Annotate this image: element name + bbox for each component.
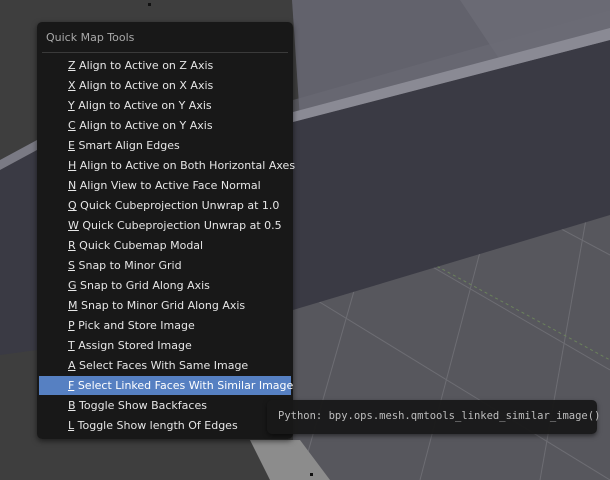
menu-item-pick-store-image[interactable]: P Pick and Store Image [39,316,291,335]
menu-item-toggle-backfaces[interactable]: B Toggle Show Backfaces [39,396,291,415]
menu-item-shortcut: G [68,279,77,292]
menu-item-label: Toggle Show Backfaces [79,399,207,412]
menu-item-label: Assign Stored Image [78,339,192,352]
quick-map-tools-menu: Quick Map Tools Z Align to Active on Z A… [37,22,295,439]
menu-item-shortcut: C [68,119,76,132]
menu-item-align-x[interactable]: X Align to Active on X Axis [39,76,291,95]
menu-item-label: Quick Cubeprojection Unwrap at 0.5 [82,219,282,232]
python-tooltip: Python: bpy.ops.mesh.qmtools_linked_simi… [267,400,601,434]
menu-item-shortcut: F [68,379,75,392]
origin-dot [148,3,151,6]
menu-item-label: Snap to Minor Grid Along Axis [81,299,246,312]
menu-item-align-z[interactable]: Z Align to Active on Z Axis [39,56,291,75]
menu-item-align-horizontal[interactable]: H Align to Active on Both Horizontal Axe… [39,156,295,175]
menu-item-assign-stored-image[interactable]: T Assign Stored Image [39,336,291,355]
menu-item-cubeprojection-1[interactable]: Q Quick Cubeprojection Unwrap at 1.0 [39,196,291,215]
menu-item-cubemap-modal[interactable]: R Quick Cubemap Modal [39,236,291,255]
menu-item-label: Toggle Show length Of Edges [77,419,238,432]
menu-item-align-c[interactable]: C Align to Active on Y Axis [39,116,291,135]
menu-item-snap-grid-axis[interactable]: G Snap to Grid Along Axis [39,276,291,295]
menu-item-shortcut: P [68,319,75,332]
menu-separator [42,52,288,53]
menu-item-shortcut: H [68,159,77,172]
menu-item-label: Align to Active on Z Axis [79,59,214,72]
menu-item-label: Align to Active on Y Axis [78,99,212,112]
menu-item-shortcut: W [68,219,79,232]
menu-item-shortcut: M [68,299,78,312]
menu-item-label: Align to Active on Y Axis [79,119,213,132]
menu-item-label: Align to Active on Both Horizontal Axes [79,159,296,172]
menu-item-align-y[interactable]: Y Align to Active on Y Axis [39,96,291,115]
menu-item-label: Smart Align Edges [78,139,180,152]
mesh-slab-left [0,150,37,355]
cursor-dot [310,473,313,476]
menu-item-shortcut: T [68,339,75,352]
tooltip-text: Python: bpy.ops.mesh.qmtools_linked_simi… [278,410,601,422]
menu-item-label: Snap to Grid Along Axis [80,279,210,292]
menu-item-shortcut: B [68,399,76,412]
menu-item-label: Pick and Store Image [78,319,195,332]
menu-item-shortcut: R [68,239,76,252]
menu-item-label: Snap to Minor Grid [78,259,182,272]
menu-item-shortcut: L [68,419,75,432]
menu-item-smart-align-edges[interactable]: E Smart Align Edges [39,136,291,155]
menu-item-toggle-edge-length[interactable]: L Toggle Show length Of Edges [39,416,291,435]
menu-item-shortcut: Q [68,199,77,212]
menu-item-label: Select Linked Faces With Similar Image [77,379,294,392]
menu-item-shortcut: X [68,79,76,92]
menu-item-shortcut: Z [68,59,76,72]
menu-item-label: Quick Cubeprojection Unwrap at 1.0 [80,199,280,212]
menu-item-shortcut: S [68,259,75,272]
menu-title: Quick Map Tools [46,31,135,44]
menu-item-select-same-image[interactable]: A Select Faces With Same Image [39,356,291,375]
menu-item-cubeprojection-05[interactable]: W Quick Cubeprojection Unwrap at 0.5 [39,216,291,235]
menu-item-label: Align View to Active Face Normal [79,179,261,192]
menu-item-snap-minor-grid[interactable]: S Snap to Minor Grid [39,256,291,275]
menu-item-shortcut: E [68,139,75,152]
menu-item-align-view-normal[interactable]: N Align View to Active Face Normal [39,176,291,195]
menu-item-shortcut: N [68,179,77,192]
menu-item-label: Select Faces With Same Image [79,359,249,372]
menu-item-shortcut: Y [68,99,75,112]
menu-item-snap-minor-grid-axis[interactable]: M Snap to Minor Grid Along Axis [39,296,291,315]
menu-item-label: Quick Cubemap Modal [79,239,204,252]
menu-item-shortcut: A [68,359,76,372]
menu-item-select-linked-similar[interactable]: F Select Linked Faces With Similar Image [39,376,294,395]
menu-item-label: Align to Active on X Axis [79,79,214,92]
